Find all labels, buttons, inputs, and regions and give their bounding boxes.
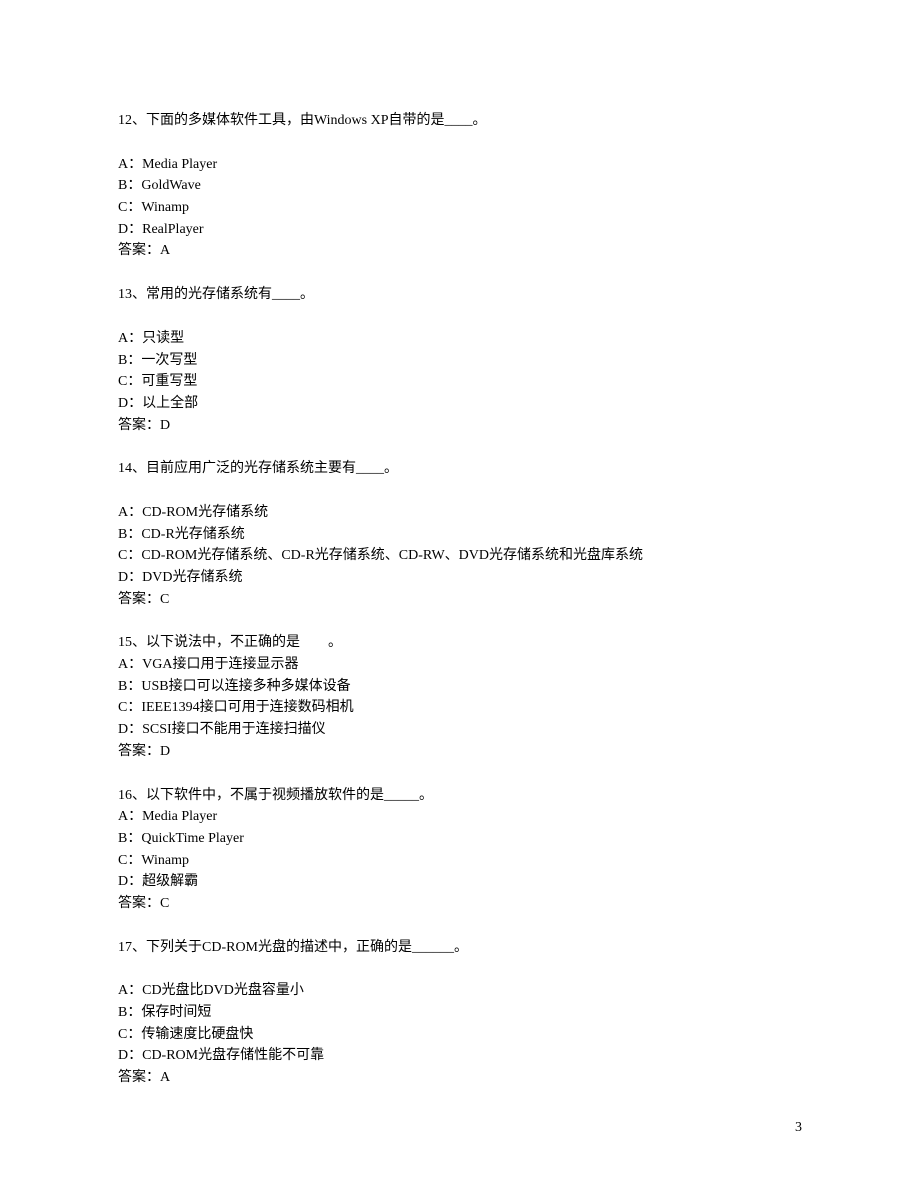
option-d: D：CD-ROM光盘存储性能不可靠: [118, 1045, 802, 1067]
option-d: D：RealPlayer: [118, 219, 802, 241]
question-text: 14、目前应用广泛的光存储系统主要有____。: [118, 458, 802, 480]
answer: 答案：C: [118, 589, 802, 611]
option-c: C：CD-ROM光存储系统、CD-R光存储系统、CD-RW、DVD光存储系统和光…: [118, 545, 802, 567]
answer: 答案：D: [118, 741, 802, 763]
option-c: C：传输速度比硬盘快: [118, 1024, 802, 1046]
option-b: B：USB接口可以连接多种多媒体设备: [118, 676, 802, 698]
option-c: C：可重写型: [118, 371, 802, 393]
question-text: 16、以下软件中，不属于视频播放软件的是_____。: [118, 785, 802, 807]
option-a: A：Media Player: [118, 806, 802, 828]
option-c: C：Winamp: [118, 197, 802, 219]
option-d: D：以上全部: [118, 393, 802, 415]
option-b: B：CD-R光存储系统: [118, 524, 802, 546]
question-text: 15、以下说法中，不正确的是 。: [118, 632, 802, 654]
page-number: 3: [795, 1117, 802, 1139]
option-a: A：CD光盘比DVD光盘容量小: [118, 980, 802, 1002]
question-16: 16、以下软件中，不属于视频播放软件的是_____。 A：Media Playe…: [118, 785, 802, 915]
option-b: B：一次写型: [118, 350, 802, 372]
question-14: 14、目前应用广泛的光存储系统主要有____。 A：CD-ROM光存储系统 B：…: [118, 458, 802, 610]
option-a: A：VGA接口用于连接显示器: [118, 654, 802, 676]
question-13: 13、常用的光存储系统有____。 A：只读型 B：一次写型 C：可重写型 D：…: [118, 284, 802, 436]
question-15: 15、以下说法中，不正确的是 。 A：VGA接口用于连接显示器 B：USB接口可…: [118, 632, 802, 762]
option-c: C：Winamp: [118, 850, 802, 872]
answer: 答案：D: [118, 415, 802, 437]
question-text: 17、下列关于CD-ROM光盘的描述中，正确的是______。: [118, 937, 802, 959]
question-12: 12、下面的多媒体软件工具，由Windows XP自带的是____。 A：Med…: [118, 110, 802, 262]
option-b: B：保存时间短: [118, 1002, 802, 1024]
option-a: A：只读型: [118, 328, 802, 350]
option-b: B：GoldWave: [118, 175, 802, 197]
option-a: A：CD-ROM光存储系统: [118, 502, 802, 524]
option-a: A：Media Player: [118, 154, 802, 176]
question-text: 13、常用的光存储系统有____。: [118, 284, 802, 306]
page-content: 12、下面的多媒体软件工具，由Windows XP自带的是____。 A：Med…: [0, 0, 920, 1171]
option-d: D：超级解霸: [118, 871, 802, 893]
question-text: 12、下面的多媒体软件工具，由Windows XP自带的是____。: [118, 110, 802, 132]
option-d: D：SCSI接口不能用于连接扫描仪: [118, 719, 802, 741]
option-c: C：IEEE1394接口可用于连接数码相机: [118, 697, 802, 719]
option-d: D：DVD光存储系统: [118, 567, 802, 589]
answer: 答案：C: [118, 893, 802, 915]
answer: 答案：A: [118, 240, 802, 262]
question-17: 17、下列关于CD-ROM光盘的描述中，正确的是______。 A：CD光盘比D…: [118, 937, 802, 1089]
option-b: B：QuickTime Player: [118, 828, 802, 850]
answer: 答案：A: [118, 1067, 802, 1089]
